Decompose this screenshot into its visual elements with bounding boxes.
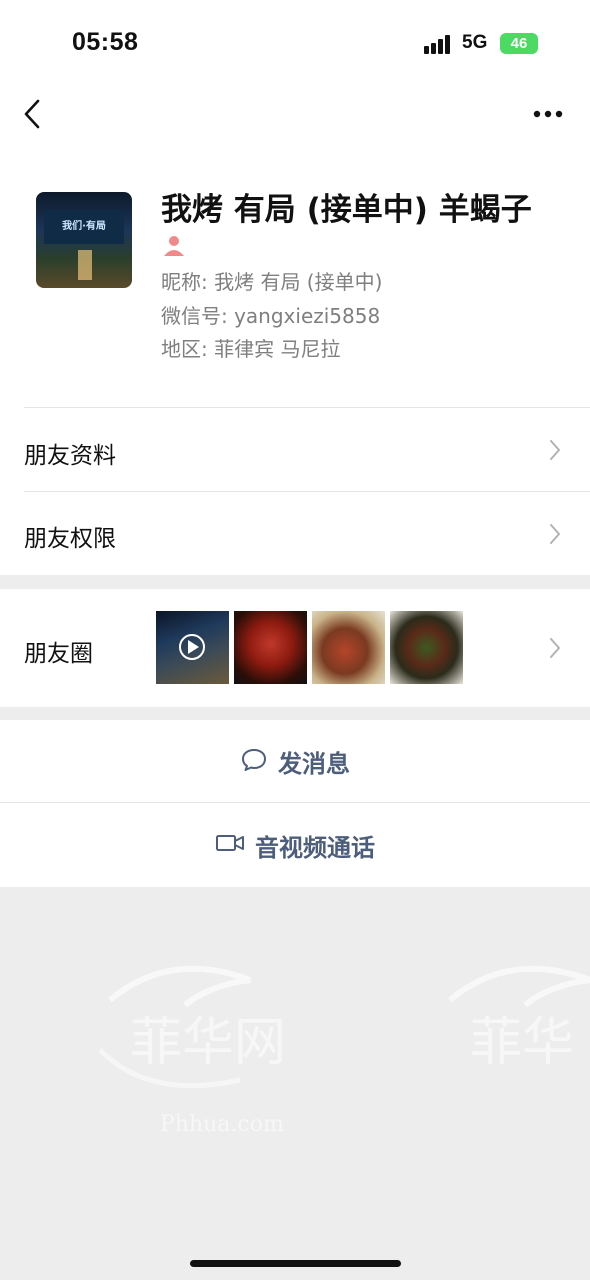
nav-bar [0,80,590,150]
signal-icon [424,34,454,54]
chevron-right-icon [548,439,562,461]
row-friend-profile[interactable]: 朋友资料 [0,408,590,492]
back-icon[interactable] [20,98,48,130]
watermark-logo-right: 菲华 [430,960,590,1114]
profile-card: 我们·有局 我烤 有局 (接单中) 羊蝎子 昵称: 我烤 有局 (接单中) 微信… [0,150,590,408]
video-camera-icon [215,832,245,858]
more-options-icon[interactable] [528,102,568,126]
nickname-text: 昵称: 我烤 有局 (接单中) [161,270,383,294]
row-friend-permissions-label: 朋友权限 [24,526,116,552]
avatar[interactable]: 我们·有局 [36,192,132,288]
row-friend-profile-label: 朋友资料 [24,443,116,469]
row-moments[interactable]: 朋友圈 [0,589,590,707]
svg-text:菲华网: 菲华网 [130,1013,286,1073]
battery-level: 46 [510,35,528,52]
status-bar: 05:58 5G 46 [0,0,590,80]
row-friend-permissions[interactable]: 朋友权限 [0,492,590,575]
chat-bubble-icon [240,747,268,777]
svg-text:菲华: 菲华 [470,1013,574,1073]
network-type: 5G [462,32,488,53]
send-message-button[interactable]: 发消息 [0,720,590,803]
wechat-id-text: 微信号: yangxiezi5858 [161,304,381,328]
region-text: 地区: 菲律宾 马尼拉 [161,337,341,361]
chevron-right-icon [548,523,562,545]
moment-photo-dishes[interactable] [312,611,385,684]
moment-photo-skewers[interactable] [234,611,307,684]
send-message-label: 发消息 [278,750,350,778]
chevron-right-icon [548,637,562,659]
profile-name: 我烤 有局 (接单中) 羊蝎子 [161,192,532,228]
avatar-sign: 我们·有局 [44,210,124,244]
home-indicator[interactable] [190,1260,401,1267]
video-call-label: 音视频通话 [255,833,375,862]
row-moments-label: 朋友圈 [24,641,93,667]
watermark-logo-left: 菲华网 [90,960,320,1114]
watermark-text-left: Phhua.com [160,1112,284,1137]
video-call-button[interactable]: 音视频通话 [0,803,590,887]
play-icon [179,634,205,660]
battery-icon: 46 [500,33,538,54]
avatar-lamp [78,250,92,280]
status-time: 05:58 [72,28,139,56]
moment-photo-stirfry[interactable] [390,611,463,684]
female-gender-icon [162,234,186,258]
moment-video-thumbnail[interactable] [156,611,229,684]
